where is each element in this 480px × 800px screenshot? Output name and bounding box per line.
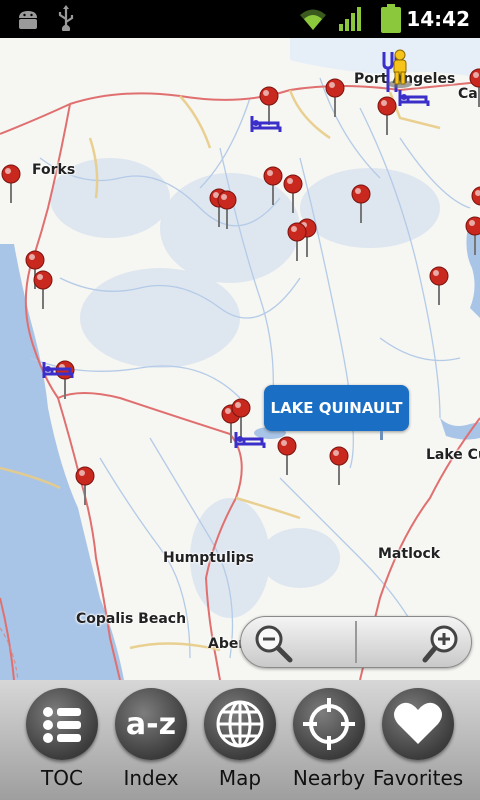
map-pin-icon[interactable] bbox=[32, 270, 54, 310]
map-pin-icon[interactable] bbox=[428, 266, 450, 306]
place-copalis-beach[interactable]: Copalis Beach bbox=[76, 611, 186, 627]
map-pin-icon[interactable] bbox=[0, 164, 22, 204]
lodging-marker[interactable] bbox=[398, 88, 430, 108]
nearby-label: Nearby bbox=[292, 766, 366, 790]
map-pin-icon[interactable] bbox=[376, 96, 398, 136]
zoom-in-button[interactable] bbox=[356, 617, 471, 667]
place-humptulips[interactable]: Humptulips bbox=[163, 550, 254, 566]
status-bar: 14:42 bbox=[0, 0, 480, 38]
lodging-marker[interactable] bbox=[234, 430, 266, 450]
place-forks[interactable]: Forks bbox=[32, 162, 75, 178]
toc-label: TOC bbox=[41, 766, 83, 790]
favorites-button[interactable]: Favorites bbox=[373, 686, 463, 796]
place-lake-cushman[interactable]: Lake Cu bbox=[426, 447, 480, 463]
map-pin-icon[interactable] bbox=[74, 466, 96, 506]
map-pin-icon[interactable] bbox=[276, 436, 298, 476]
index-button[interactable]: a-z Index bbox=[107, 686, 193, 796]
index-label: Index bbox=[123, 766, 179, 790]
map-base bbox=[0, 38, 480, 680]
crosshair-icon bbox=[293, 688, 365, 760]
map-pin-icon[interactable] bbox=[286, 222, 308, 262]
favorites-label: Favorites bbox=[372, 766, 464, 790]
callout-pointer bbox=[380, 431, 383, 440]
map-pin-icon[interactable] bbox=[468, 68, 480, 108]
map-pin-icon[interactable] bbox=[324, 78, 346, 118]
map-label: Map bbox=[218, 766, 262, 790]
map-view[interactable]: Port Angeles Car Forks Lake Cu Humptulip… bbox=[0, 38, 480, 680]
bottom-toolbar: TOC a-z Index Map Nearby Favorites bbox=[0, 680, 480, 800]
map-pin-icon[interactable] bbox=[464, 216, 480, 256]
map-pin-icon[interactable] bbox=[262, 166, 284, 206]
map-pin-icon[interactable] bbox=[216, 190, 238, 230]
pegman-icon[interactable] bbox=[386, 48, 414, 88]
list-icon bbox=[26, 688, 98, 760]
map-pin-icon[interactable] bbox=[350, 184, 372, 224]
heart-icon bbox=[382, 688, 454, 760]
map-pin-icon[interactable] bbox=[282, 174, 304, 214]
place-callout[interactable]: LAKE QUINAULT bbox=[264, 385, 409, 431]
map-pin-icon[interactable] bbox=[328, 446, 350, 486]
globe-icon bbox=[204, 688, 276, 760]
zoom-in-icon bbox=[422, 625, 458, 663]
toc-button[interactable]: TOC bbox=[18, 686, 104, 796]
usb-icon bbox=[58, 5, 74, 31]
clock: 14:42 bbox=[406, 7, 470, 31]
map-button[interactable]: Map bbox=[196, 686, 282, 796]
place-matlock[interactable]: Matlock bbox=[378, 546, 440, 562]
lodging-marker[interactable] bbox=[250, 114, 282, 134]
a-z-icon: a-z bbox=[115, 688, 187, 760]
nearby-button[interactable]: Nearby bbox=[285, 686, 371, 796]
lodging-marker[interactable] bbox=[42, 360, 74, 380]
zoom-out-icon bbox=[255, 625, 293, 663]
index-glyph: a-z bbox=[126, 707, 176, 742]
battery-icon bbox=[381, 4, 401, 33]
zoom-control bbox=[240, 616, 472, 668]
signal-icon bbox=[339, 7, 361, 31]
wifi-icon bbox=[300, 9, 326, 30]
zoom-out-button[interactable] bbox=[241, 617, 356, 667]
android-debug-icon bbox=[19, 11, 37, 29]
